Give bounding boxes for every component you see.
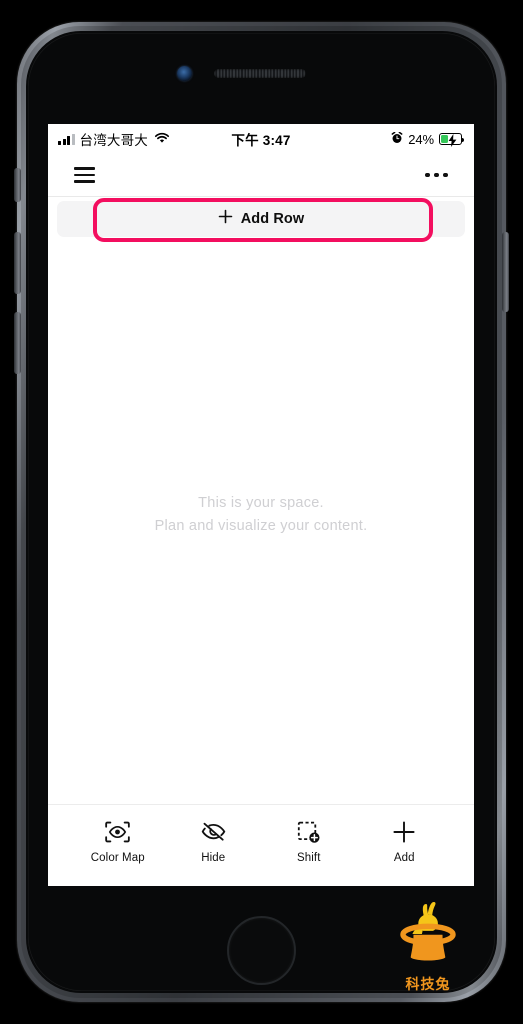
- empty-state-line-1: This is your space.: [198, 495, 324, 512]
- status-bar: 台湾大哥大 下午 3:47 24%: [48, 124, 474, 154]
- toolbar-item-add[interactable]: Add: [357, 819, 453, 864]
- front-camera-icon: [177, 66, 192, 81]
- content-canvas[interactable]: This is your space. Plan and visualize y…: [48, 243, 474, 804]
- cellular-signal-icon: [58, 133, 75, 145]
- toolbar-label-add: Add: [393, 852, 415, 864]
- color-map-eye-icon: [105, 819, 131, 845]
- toolbar-item-shift[interactable]: Shift: [261, 819, 357, 864]
- toolbar-label-hide: Hide: [201, 852, 226, 864]
- wifi-icon: [154, 132, 170, 147]
- screenshot-stage: 台湾大哥大 下午 3:47 24% Add Row This is your s…: [0, 0, 523, 1024]
- phone-screen: 台湾大哥大 下午 3:47 24% Add Row This is your s…: [48, 124, 474, 886]
- toolbar-item-hide[interactable]: Hide: [166, 819, 262, 864]
- time-label: 下午 3:47: [231, 133, 291, 148]
- mute-switch-button[interactable]: [14, 168, 21, 202]
- toolbar-label-shift: Shift: [296, 852, 321, 864]
- app-nav-bar: [48, 154, 474, 196]
- bottom-toolbar: Color Map Hide Shift Add: [48, 804, 474, 886]
- add-row-button[interactable]: Add Row: [57, 201, 465, 237]
- alarm-clock-icon: [391, 131, 403, 147]
- plus-icon: [392, 819, 416, 845]
- watermark-name: 科技兔: [405, 977, 451, 993]
- add-row-section: Add Row: [48, 196, 474, 243]
- toolbar-item-color-map[interactable]: Color Map: [70, 819, 166, 864]
- toolbar-label-color-map: Color Map: [90, 852, 145, 864]
- rabbit-in-top-hat-logo: [396, 896, 460, 971]
- more-options-icon[interactable]: [423, 167, 450, 184]
- volume-down-button[interactable]: [14, 312, 21, 374]
- empty-state-line-2: Plan and visualize your content.: [154, 517, 368, 534]
- status-bar-right: 24%: [391, 131, 465, 147]
- add-row-label: Add Row: [240, 211, 305, 227]
- earpiece-speaker-icon: [214, 69, 306, 78]
- shift-dashed-square-plus-icon: [297, 819, 321, 845]
- plus-icon: [218, 209, 233, 228]
- hamburger-menu-icon[interactable]: [72, 163, 97, 186]
- status-bar-left: 台湾大哥大: [58, 129, 170, 149]
- battery-percent-label: 24%: [408, 131, 434, 147]
- watermark-logo: 科技兔: [392, 898, 464, 994]
- empty-state-message: This is your space. Plan and visualize y…: [155, 492, 368, 537]
- eye-slash-icon: [201, 819, 226, 845]
- power-button[interactable]: [502, 232, 509, 312]
- battery-charging-icon: [439, 133, 465, 147]
- home-button[interactable]: [227, 916, 296, 985]
- carrier-label: 台湾大哥大: [79, 133, 148, 148]
- volume-up-button[interactable]: [14, 232, 21, 294]
